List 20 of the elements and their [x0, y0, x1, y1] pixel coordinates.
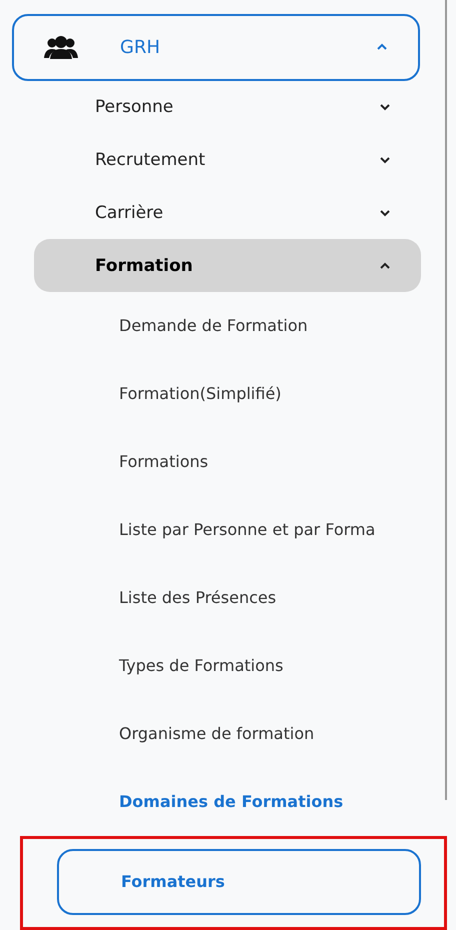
menu-item[interactable]: Formation: [34, 239, 421, 292]
submenu-item[interactable]: Liste des Présences: [57, 566, 421, 629]
submenu-item[interactable]: Demande de Formation: [57, 294, 421, 357]
caret-icon: [379, 103, 391, 112]
caret-icon: [379, 208, 391, 217]
menu-item[interactable]: Carrière: [34, 186, 421, 240]
people-icon: [44, 34, 78, 60]
menu-item[interactable]: Recrutement: [34, 134, 421, 186]
submenu-item[interactable]: Formation(Simplifié): [57, 362, 421, 425]
submenu-item[interactable]: Formations: [57, 430, 421, 493]
submenu-item[interactable]: Formateurs: [57, 848, 421, 915]
module-item[interactable]: GRH: [12, 14, 420, 81]
submenu-item[interactable]: Types de Formations: [57, 634, 421, 697]
menu-item[interactable]: Personne: [34, 80, 421, 134]
submenu-item[interactable]: Domaines de Formations: [57, 770, 421, 833]
caret-icon: [379, 262, 391, 270]
caret-icon: [376, 43, 388, 52]
submenu-item[interactable]: Organisme de formation: [57, 702, 421, 765]
submenu-item[interactable]: Liste par Personne et par Forma: [57, 498, 421, 561]
caret-icon: [379, 156, 391, 164]
